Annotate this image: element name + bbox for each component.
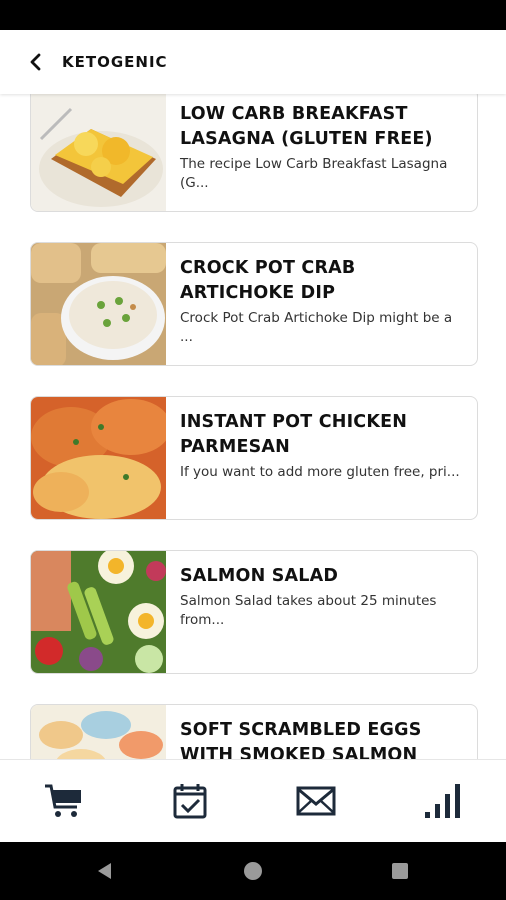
chevron-left-icon: [30, 53, 41, 71]
nav-cart-button[interactable]: [23, 771, 103, 831]
recipe-title: SALMON SALAD: [180, 566, 339, 586]
recents-square-icon[interactable]: [390, 861, 410, 881]
back-triangle-icon[interactable]: [95, 861, 115, 881]
recipe-card[interactable]: CROCK POT CRAB ARTICHOKE DIP Crock Pot C…: [30, 242, 478, 366]
recipe-image-lasagna: [31, 94, 166, 211]
recipe-description: If you want to add more gluten free, pri…: [180, 464, 460, 480]
recipe-image-scrambled-eggs: [31, 705, 166, 759]
recipe-description: Crock Pot Crab Artichoke Dip might be a …: [180, 310, 453, 345]
mail-icon: [296, 786, 336, 816]
calendar-check-icon: [173, 784, 207, 819]
bottom-nav: [0, 759, 506, 842]
bar-chart-icon: [424, 784, 460, 818]
recipe-card[interactable]: SOFT SCRAMBLED EGGS WITH SMOKED SALMON: [30, 704, 478, 759]
system-navigation-bar: [0, 842, 506, 900]
recipe-card[interactable]: LOW CARB BREAKFAST LASAGNA (GLUTEN FREE)…: [30, 94, 478, 212]
home-circle-icon[interactable]: [243, 861, 263, 881]
recipe-title: CROCK POT CRAB ARTICHOKE DIP: [180, 258, 356, 303]
recipe-card[interactable]: INSTANT POT CHICKEN PARMESAN If you want…: [30, 396, 478, 520]
status-bar: [0, 0, 506, 30]
nav-mail-button[interactable]: [276, 771, 356, 831]
nav-stats-button[interactable]: [403, 771, 483, 831]
recipe-list[interactable]: LOW CARB BREAKFAST LASAGNA (GLUTEN FREE)…: [0, 94, 506, 759]
cart-icon: [45, 784, 82, 817]
nav-calendar-button[interactable]: [150, 771, 230, 831]
recipe-image-crab-dip: [31, 243, 166, 365]
recipe-title: LOW CARB BREAKFAST LASAGNA (GLUTEN FREE): [180, 104, 433, 149]
recipe-card[interactable]: SALMON SALAD Salmon Salad takes about 25…: [30, 550, 478, 674]
recipe-image-chicken-parmesan: [31, 397, 166, 519]
app-bar: KETOGENIC: [0, 30, 506, 94]
recipe-description: The recipe Low Carb Breakfast Lasagna (G…: [180, 156, 448, 191]
recipe-image-salmon-salad: [31, 551, 166, 673]
recipe-description: Salmon Salad takes about 25 minutes from…: [180, 593, 437, 628]
recipe-title: SOFT SCRAMBLED EGGS WITH SMOKED SALMON: [180, 720, 422, 759]
recipe-title: INSTANT POT CHICKEN PARMESAN: [180, 412, 408, 457]
page-title: KETOGENIC: [62, 53, 168, 71]
back-button[interactable]: [18, 44, 54, 80]
